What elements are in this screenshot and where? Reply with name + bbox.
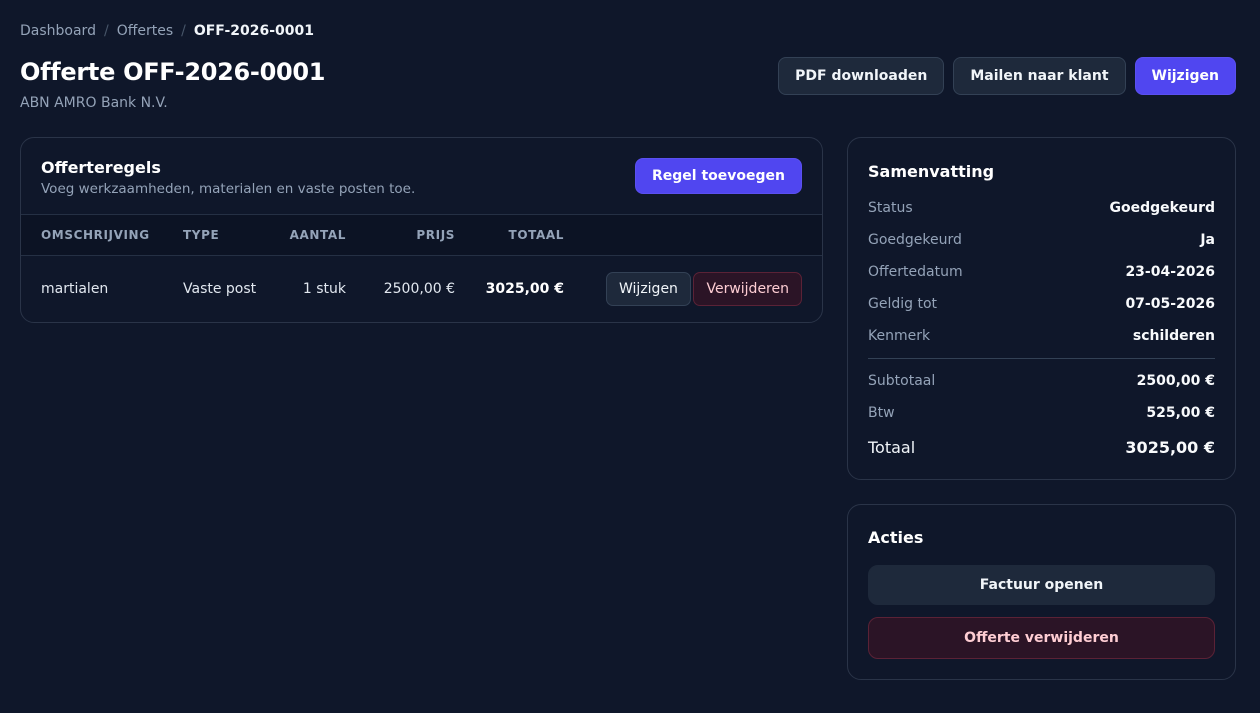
delete-line-button[interactable]: Verwijderen xyxy=(693,272,802,306)
table-header: OMSCHRIJVING TYPE AANTAL PRIJS TOTAAL xyxy=(21,215,822,256)
edit-quote-button[interactable]: Wijzigen xyxy=(1134,57,1236,95)
page-title: Offerte OFF-2026-0001 xyxy=(20,58,326,86)
breadcrumb-offertes[interactable]: Offertes xyxy=(117,23,173,39)
open-invoice-button[interactable]: Factuur openen xyxy=(868,565,1215,605)
summary-row-valid-until: Geldig tot 07-05-2026 xyxy=(868,296,1215,312)
breadcrumb-separator: / xyxy=(103,23,109,39)
column-header-type: TYPE xyxy=(183,228,220,242)
delete-quote-button[interactable]: Offerte verwijderen xyxy=(868,617,1215,659)
column-header-price: PRIJS xyxy=(416,228,455,242)
summary-label: Kenmerk xyxy=(868,328,931,344)
summary-value: Goedgekeurd xyxy=(1109,200,1215,216)
line-quantity: 1 stuk xyxy=(302,281,346,297)
summary-row-status: Status Goedgekeurd xyxy=(868,200,1215,216)
grand-total-value: 3025,00 € xyxy=(1125,438,1215,457)
breadcrumb-separator: / xyxy=(181,23,186,39)
summary-title: Samenvatting xyxy=(868,162,995,181)
header-actions: PDF downloaden Mailen naar klant Wijzige… xyxy=(778,57,1236,95)
summary-row-total: Totaal 3025,00 € xyxy=(868,438,1215,457)
summary-label: Subtotaal xyxy=(868,373,936,389)
quote-lines-header: Offerteregels Voeg werkzaamheden, materi… xyxy=(21,138,822,215)
summary-value: Ja xyxy=(1200,232,1215,248)
line-description: martialen xyxy=(41,281,109,297)
summary-label: Offertedatum xyxy=(868,264,963,280)
summary-value: 07-05-2026 xyxy=(1125,296,1215,312)
summary-card: Samenvatting Status Goedgekeurd Goedgeke… xyxy=(847,137,1236,480)
summary-value: schilderen xyxy=(1132,328,1215,344)
line-type: Vaste post xyxy=(183,281,257,297)
edit-line-button[interactable]: Wijzigen xyxy=(606,272,691,306)
pdf-download-button[interactable]: PDF downloaden xyxy=(778,57,945,95)
summary-label: Status xyxy=(868,200,913,216)
summary-value: 23-04-2026 xyxy=(1125,264,1215,280)
summary-label: Goedgekeurd xyxy=(868,232,962,248)
client-name: ABN AMRO Bank N.V. xyxy=(20,95,168,111)
add-line-button[interactable]: Regel toevoegen xyxy=(635,158,802,194)
line-price: 2500,00 € xyxy=(383,281,455,297)
summary-row-subtotal: Subtotaal 2500,00 € xyxy=(868,373,1215,389)
column-header-total: TOTAAL xyxy=(508,228,564,242)
grand-total-label: Totaal xyxy=(868,438,916,457)
summary-label: Geldig tot xyxy=(868,296,938,312)
table-row: martialen Vaste post 1 stuk 2500,00 € 30… xyxy=(21,256,822,322)
summary-row-vat: Btw 525,00 € xyxy=(868,405,1215,421)
mail-client-button[interactable]: Mailen naar klant xyxy=(953,57,1126,95)
summary-divider xyxy=(868,358,1215,359)
summary-value: 525,00 € xyxy=(1146,405,1215,421)
line-total: 3025,00 € xyxy=(485,281,564,297)
column-header-description: OMSCHRIJVING xyxy=(41,228,150,242)
breadcrumb: Dashboard / Offertes / OFF-2026-0001 xyxy=(20,22,314,40)
column-header-quantity: AANTAL xyxy=(289,228,346,242)
quote-lines-title: Offerteregels xyxy=(41,158,161,177)
summary-row-quote-date: Offertedatum 23-04-2026 xyxy=(868,264,1215,280)
actions-card: Acties Factuur openen Offerte verwijdere… xyxy=(847,504,1236,680)
summary-label: Btw xyxy=(868,405,895,421)
quote-lines-card: Offerteregels Voeg werkzaamheden, materi… xyxy=(20,137,823,323)
summary-row-reference: Kenmerk schilderen xyxy=(868,328,1215,344)
quote-lines-subtitle: Voeg werkzaamheden, materialen en vaste … xyxy=(41,181,416,197)
summary-row-approved: Goedgekeurd Ja xyxy=(868,232,1215,248)
breadcrumb-current: OFF-2026-0001 xyxy=(193,23,314,39)
breadcrumb-dashboard[interactable]: Dashboard xyxy=(20,23,96,39)
actions-title: Acties xyxy=(868,528,924,547)
summary-value: 2500,00 € xyxy=(1136,373,1215,389)
